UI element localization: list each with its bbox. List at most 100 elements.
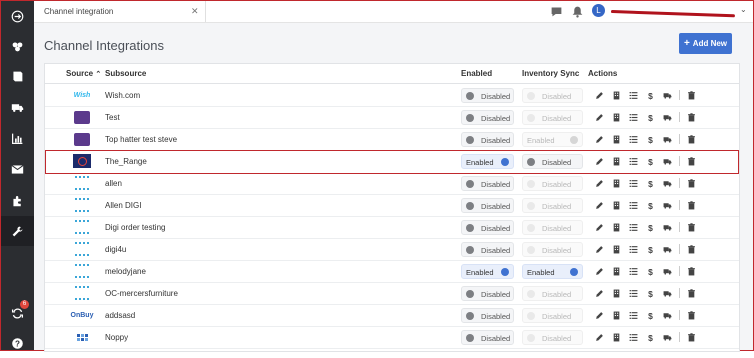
edit-icon[interactable]	[594, 332, 605, 343]
trash-icon[interactable]	[686, 244, 697, 255]
list-icon[interactable]	[628, 134, 639, 145]
enabled-toggle[interactable]: Disabled	[461, 330, 514, 345]
enabled-toggle[interactable]: Disabled	[461, 220, 514, 235]
trash-icon[interactable]	[686, 134, 697, 145]
list-icon[interactable]	[628, 90, 639, 101]
building-icon[interactable]	[611, 244, 622, 255]
building-icon[interactable]	[611, 200, 622, 211]
truck-icon[interactable]	[662, 288, 673, 299]
trash-icon[interactable]	[686, 178, 697, 189]
truck-icon[interactable]	[662, 156, 673, 167]
edit-icon[interactable]	[594, 90, 605, 101]
chevron-down-icon[interactable]: ⌄	[740, 5, 747, 14]
dollar-icon[interactable]: $	[645, 134, 656, 145]
truck-icon[interactable]	[662, 310, 673, 321]
list-icon[interactable]	[628, 266, 639, 277]
dollar-icon[interactable]: $	[645, 244, 656, 255]
dollar-icon[interactable]: $	[645, 156, 656, 167]
book-icon[interactable]	[1, 61, 34, 91]
avatar[interactable]: L	[592, 4, 605, 17]
enabled-toggle[interactable]: Enabled	[461, 264, 514, 279]
inventory-sync-toggle[interactable]: Enabled	[522, 264, 583, 279]
trash-icon[interactable]	[686, 156, 697, 167]
trash-icon[interactable]	[686, 200, 697, 211]
building-icon[interactable]	[611, 90, 622, 101]
truck-icon[interactable]	[662, 332, 673, 343]
trash-icon[interactable]	[686, 90, 697, 101]
list-icon[interactable]	[628, 200, 639, 211]
enabled-toggle[interactable]: Disabled	[461, 176, 514, 191]
dollar-icon[interactable]: $	[645, 310, 656, 321]
enabled-toggle[interactable]: Disabled	[461, 242, 514, 257]
trash-icon[interactable]	[686, 266, 697, 277]
edit-icon[interactable]	[594, 310, 605, 321]
trash-icon[interactable]	[686, 310, 697, 321]
edit-icon[interactable]	[594, 134, 605, 145]
building-icon[interactable]	[611, 310, 622, 321]
truck-icon[interactable]	[662, 134, 673, 145]
reports-icon[interactable]	[1, 123, 34, 153]
trash-icon[interactable]	[686, 332, 697, 343]
truck-icon[interactable]	[662, 266, 673, 277]
building-icon[interactable]	[611, 266, 622, 277]
integrations-icon[interactable]	[1, 185, 34, 215]
trash-icon[interactable]	[686, 112, 697, 123]
list-icon[interactable]	[628, 178, 639, 189]
shipping-icon[interactable]	[1, 92, 34, 122]
enabled-toggle[interactable]: Disabled	[461, 88, 514, 103]
dollar-icon[interactable]: $	[645, 90, 656, 101]
truck-icon[interactable]	[662, 112, 673, 123]
building-icon[interactable]	[611, 112, 622, 123]
edit-icon[interactable]	[594, 222, 605, 233]
edit-icon[interactable]	[594, 200, 605, 211]
building-icon[interactable]	[611, 222, 622, 233]
list-icon[interactable]	[628, 332, 639, 343]
truck-icon[interactable]	[662, 222, 673, 233]
chat-icon[interactable]	[550, 5, 563, 18]
dollar-icon[interactable]: $	[645, 178, 656, 189]
header-source[interactable]: Source ⌃	[66, 69, 101, 78]
truck-icon[interactable]	[662, 244, 673, 255]
home-icon[interactable]	[1, 1, 34, 31]
bell-icon[interactable]	[571, 5, 584, 18]
building-icon[interactable]	[611, 156, 622, 167]
enabled-toggle[interactable]: Disabled	[461, 198, 514, 213]
close-icon[interactable]: ✕	[191, 6, 199, 17]
trash-icon[interactable]	[686, 288, 697, 299]
truck-icon[interactable]	[662, 200, 673, 211]
enabled-toggle[interactable]: Disabled	[461, 110, 514, 125]
dollar-icon[interactable]: $	[645, 112, 656, 123]
building-icon[interactable]	[611, 178, 622, 189]
truck-icon[interactable]	[662, 178, 673, 189]
truck-icon[interactable]	[662, 90, 673, 101]
settings-icon[interactable]	[1, 216, 34, 246]
list-icon[interactable]	[628, 310, 639, 321]
enabled-toggle[interactable]: Disabled	[461, 286, 514, 301]
edit-icon[interactable]	[594, 266, 605, 277]
edit-icon[interactable]	[594, 178, 605, 189]
dollar-icon[interactable]: $	[645, 288, 656, 299]
edit-icon[interactable]	[594, 156, 605, 167]
list-icon[interactable]	[628, 112, 639, 123]
enabled-toggle[interactable]: Enabled	[461, 154, 514, 169]
edit-icon[interactable]	[594, 244, 605, 255]
dollar-icon[interactable]: $	[645, 222, 656, 233]
help-icon[interactable]: ?	[1, 328, 34, 358]
enabled-toggle[interactable]: Disabled	[461, 308, 514, 323]
building-icon[interactable]	[611, 332, 622, 343]
trash-icon[interactable]	[686, 222, 697, 233]
building-icon[interactable]	[611, 134, 622, 145]
list-icon[interactable]	[628, 244, 639, 255]
edit-icon[interactable]	[594, 288, 605, 299]
inventory-sync-toggle[interactable]: Disabled	[522, 154, 583, 169]
sync-icon[interactable]: 6	[1, 298, 34, 328]
building-icon[interactable]	[611, 288, 622, 299]
sales-icon[interactable]	[1, 31, 34, 61]
list-icon[interactable]	[628, 222, 639, 233]
tab-channel-integration[interactable]: Channel integration ✕	[34, 1, 206, 22]
list-icon[interactable]	[628, 288, 639, 299]
mail-icon[interactable]	[1, 154, 34, 184]
dollar-icon[interactable]: $	[645, 200, 656, 211]
enabled-toggle[interactable]: Disabled	[461, 132, 514, 147]
dollar-icon[interactable]: $	[645, 332, 656, 343]
